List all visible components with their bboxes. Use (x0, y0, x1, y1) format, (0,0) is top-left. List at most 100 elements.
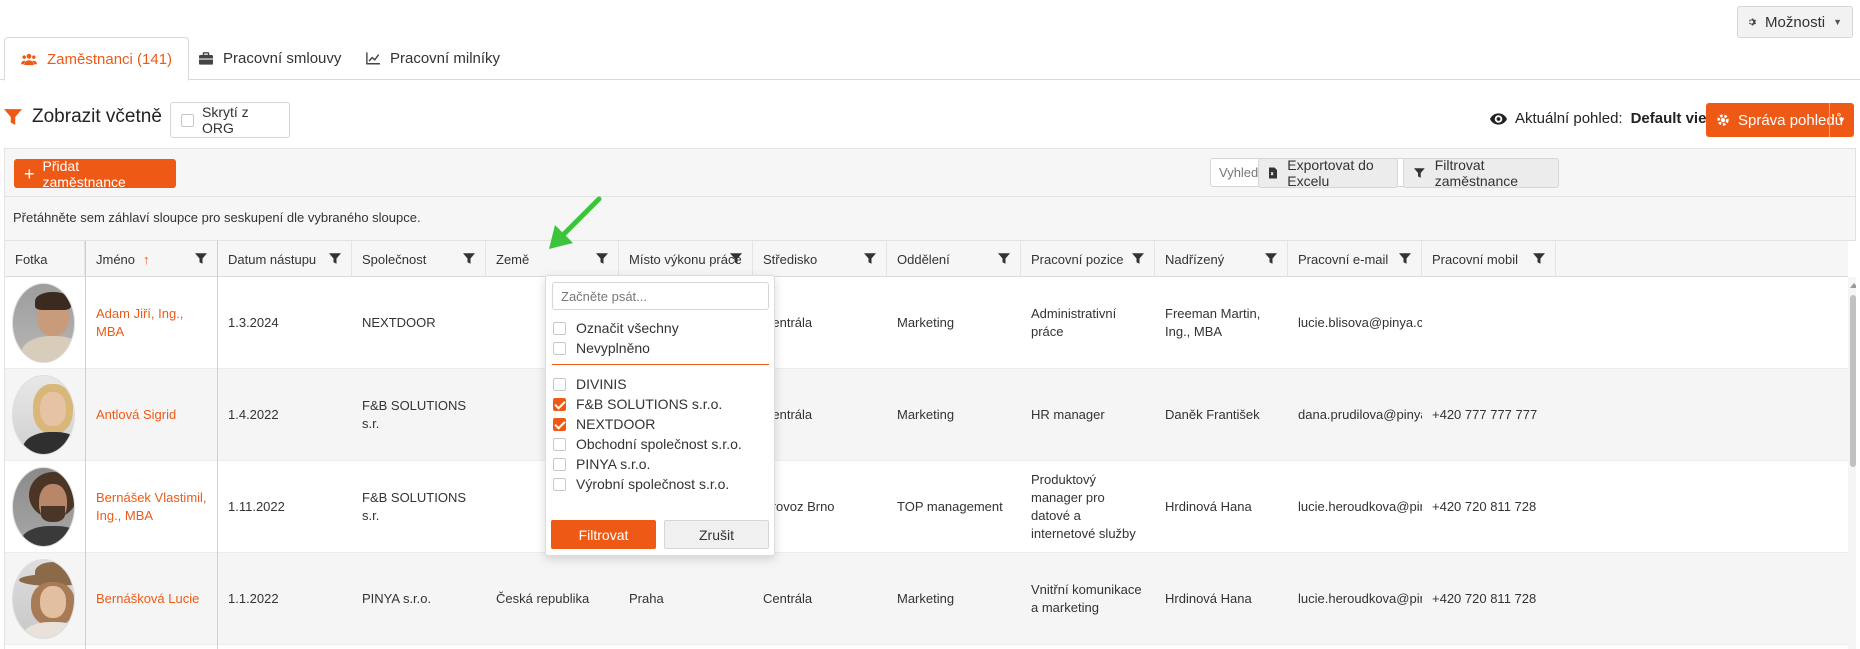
group-hint: Přetáhněte sem záhlaví sloupce pro sesku… (13, 210, 421, 225)
hidden-org-checkbox[interactable] (181, 113, 194, 127)
checkbox-checked[interactable] (553, 417, 566, 431)
column-header-position[interactable]: Pracovní pozice (1021, 241, 1155, 277)
apply-filter-button[interactable]: Filtrovat (551, 520, 656, 549)
country-cell: Česká republika (496, 591, 590, 606)
manager-cell: Hrdinová Hana (1165, 591, 1252, 606)
table-row[interactable]: Adam Jiří, Ing., MBA 1.3.2024 NEXTDOOR h… (5, 277, 1848, 369)
add-employee-button[interactable]: + Přidat zaměstnance (14, 157, 176, 190)
gear-icon (1717, 114, 1729, 126)
avatar (12, 283, 75, 363)
frozen-column-divider (217, 241, 218, 649)
photo-cell (5, 277, 85, 369)
tab-contracts-label: Pracovní smlouvy (223, 50, 342, 67)
column-header-photo[interactable]: Fotka (5, 241, 85, 277)
checkbox-checked[interactable] (553, 397, 566, 411)
avatar (12, 375, 75, 455)
name-cell[interactable]: Adam Jiří, Ing., MBA (86, 277, 218, 369)
column-header-workplace[interactable]: Místo výkonu práce (619, 241, 753, 277)
table-row[interactable]: Bernášková Lucie 1.1.2022 PINYA s.r.o. Č… (5, 553, 1848, 645)
position-cell: Administrativní práce (1031, 306, 1117, 339)
filter-icon[interactable] (998, 253, 1010, 264)
filter-icon[interactable] (1132, 253, 1144, 264)
filter-icon[interactable] (329, 253, 341, 264)
company-cell: PINYA s.r.o. (362, 591, 432, 606)
email-cell: lucie.heroudkova@pin... (1298, 499, 1422, 514)
scroll-up-icon[interactable] (1850, 283, 1856, 288)
checkbox[interactable] (553, 437, 566, 451)
filter-icon[interactable] (730, 253, 742, 264)
photo-cell (5, 369, 85, 461)
company-cell: F&B SOLUTIONS s.r. (362, 398, 467, 431)
manage-views-button[interactable]: Správa pohledů ▼ (1706, 103, 1854, 137)
column-header-mobile[interactable]: Pracovní mobil (1422, 241, 1556, 277)
start-date-cell: 1.1.2022 (228, 591, 279, 606)
company-option[interactable]: DIVINIS (553, 374, 627, 394)
frozen-column-divider (85, 241, 86, 649)
center-cell: Centrála (763, 591, 813, 606)
select-all-option[interactable]: Označit všechny (553, 318, 679, 338)
table-row[interactable]: Bernášek Vlastimil, Ing., MBA 1.11.2022 … (5, 461, 1848, 553)
column-header-department[interactable]: Oddělení (887, 241, 1021, 277)
mobile-cell (1422, 277, 1556, 369)
add-employee-label: Přidat zaměstnance (42, 157, 126, 190)
chevron-down-icon[interactable]: ▼ (1837, 115, 1846, 125)
split-divider (1829, 103, 1830, 137)
tab-contracts[interactable]: Pracovní smlouvy (183, 37, 357, 80)
funnel-icon (1414, 168, 1425, 178)
checkbox[interactable] (553, 377, 566, 391)
checkbox[interactable] (553, 457, 566, 471)
company-option[interactable]: F&B SOLUTIONS s.r.o. (553, 394, 722, 414)
line-chart-icon (366, 52, 380, 65)
position-cell: Vnitřní komunikace a marketing (1031, 582, 1142, 615)
checkbox[interactable] (553, 477, 566, 491)
scrollbar-thumb[interactable] (1850, 295, 1856, 467)
start-date-cell: 1.3.2024 (228, 315, 279, 330)
company-option[interactable]: NEXTDOOR (553, 414, 655, 434)
company-cell: F&B SOLUTIONS s.r. (362, 490, 467, 523)
users-icon (21, 53, 37, 65)
name-cell[interactable]: Bernášek Vlastimil, Ing., MBA (86, 461, 218, 553)
company-option[interactable]: Obchodní společnost s.r.o. (553, 434, 742, 454)
empty-option[interactable]: Nevyplněno (553, 338, 650, 358)
column-header-start-date[interactable]: Datum nástupu (218, 241, 352, 277)
tab-employees[interactable]: Zaměstnanci (141) (4, 37, 190, 81)
manage-views-label: Správa pohledů (1738, 111, 1844, 129)
options-button[interactable]: Možnosti ▼ (1737, 6, 1853, 38)
filter-search-input[interactable] (552, 282, 769, 310)
tab-milestones[interactable]: Pracovní milníky (350, 37, 516, 80)
filter-icon[interactable] (1533, 253, 1545, 264)
column-header-center[interactable]: Středisko (753, 241, 887, 277)
column-header-email[interactable]: Pracovní e-mail (1288, 241, 1422, 277)
group-drop-zone[interactable]: Přetáhněte sem záhlaví sloupce pro sesku… (4, 196, 1856, 241)
current-view-name: Default view (1630, 110, 1719, 127)
hidden-org-toggle[interactable]: Skrytí z ORG (170, 102, 290, 138)
name-cell[interactable]: Antlová Sigrid (86, 369, 218, 461)
table-row[interactable]: Antlová Sigrid 1.4.2022 F&B SOLUTIONS s.… (5, 369, 1848, 461)
excel-file-icon (1269, 167, 1278, 179)
column-header-manager[interactable]: Nadřízený (1155, 241, 1288, 277)
popup-divider (552, 364, 769, 365)
cancel-filter-button[interactable]: Zrušit (664, 520, 769, 549)
current-view-prefix: Aktuální pohled: (1515, 110, 1623, 127)
filter-icon[interactable] (195, 253, 207, 264)
company-option[interactable]: PINYA s.r.o. (553, 454, 650, 474)
checkbox[interactable] (553, 321, 566, 335)
filter-icon[interactable] (1265, 253, 1277, 264)
sort-ascending-icon: ↑ (143, 251, 150, 267)
start-date-cell: 1.11.2022 (228, 499, 285, 514)
department-cell: Marketing (897, 591, 955, 606)
company-option[interactable]: Výrobní společnost s.r.o. (553, 474, 729, 494)
export-excel-button[interactable]: Exportovat do Excelu (1258, 157, 1398, 189)
photo-cell (5, 553, 85, 645)
filter-icon[interactable] (1399, 253, 1411, 264)
filter-employees-button[interactable]: Filtrovat zaměstnance (1403, 157, 1559, 189)
filter-employees-label: Filtrovat zaměstnance (1434, 157, 1519, 189)
column-header-company[interactable]: Společnost (352, 241, 486, 277)
checkbox[interactable] (553, 341, 566, 355)
manager-cell: Hrdinová Hana (1165, 499, 1252, 514)
filter-icon[interactable] (864, 253, 876, 264)
export-excel-label: Exportovat do Excelu (1287, 157, 1374, 189)
column-header-name[interactable]: Jméno ↑ (86, 241, 218, 277)
filter-icon[interactable] (463, 253, 475, 264)
name-cell[interactable]: Bernášková Lucie (86, 553, 218, 645)
